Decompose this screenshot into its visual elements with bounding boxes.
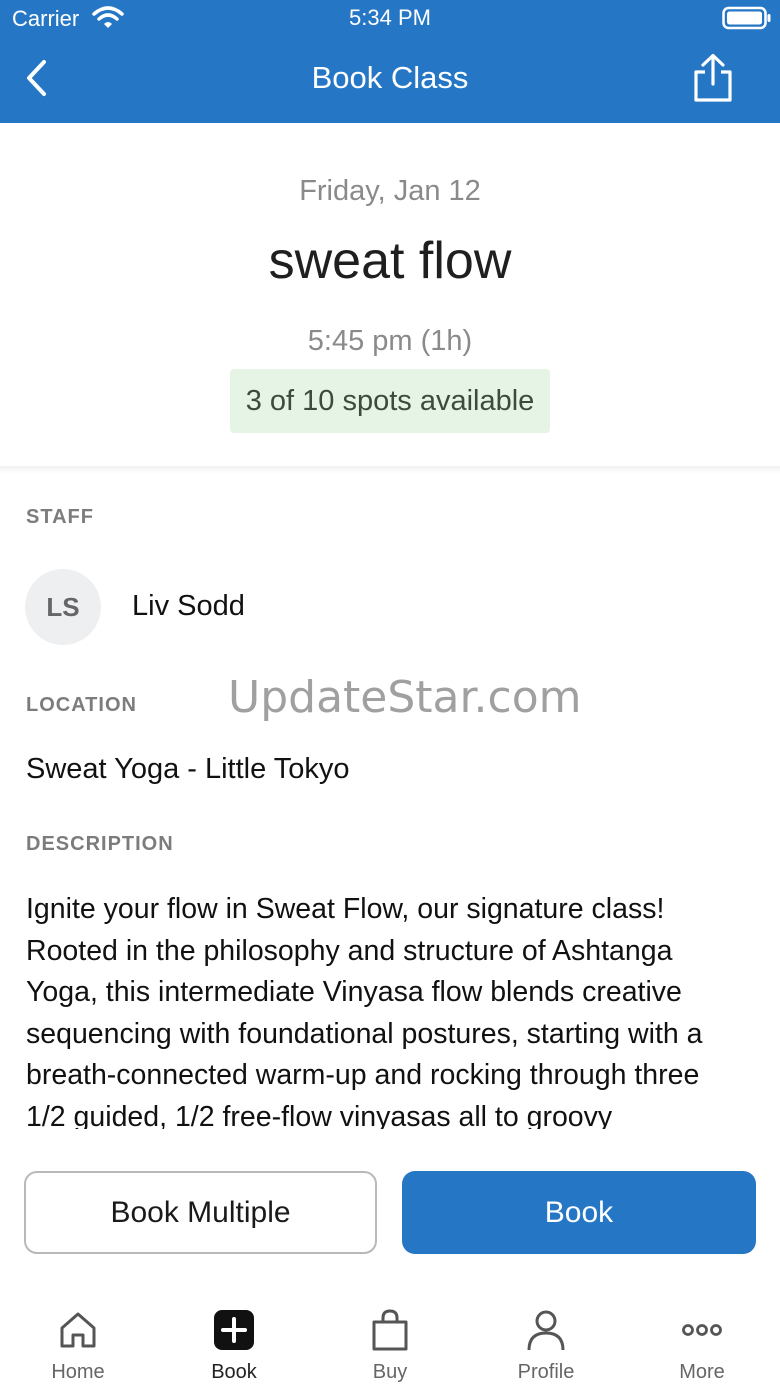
watermark-text: UpdateStar.com bbox=[228, 672, 582, 723]
description-heading: DESCRIPTION bbox=[26, 833, 174, 855]
tab-home-label: Home bbox=[51, 1361, 105, 1383]
section-divider bbox=[0, 466, 780, 474]
person-icon bbox=[527, 1310, 565, 1351]
bag-icon bbox=[372, 1309, 408, 1351]
spots-available-badge: 3 of 10 spots available bbox=[230, 369, 550, 433]
tab-buy-label: Buy bbox=[372, 1361, 408, 1383]
staff-heading: STAFF bbox=[26, 506, 94, 528]
home-icon bbox=[60, 1312, 96, 1348]
tab-home[interactable]: Home bbox=[0, 1290, 156, 1387]
class-summary: Friday, Jan 12 sweat flow 5:45 pm (1h) 3… bbox=[0, 123, 780, 468]
page-title: Book Class bbox=[311, 60, 469, 95]
status-time: 5:34 PM bbox=[349, 5, 431, 30]
location-name[interactable]: Sweat Yoga - Little Tokyo bbox=[26, 753, 350, 786]
staff-avatar[interactable]: LS bbox=[25, 569, 101, 645]
location-heading: LOCATION bbox=[26, 694, 137, 716]
header: Carrier 5:34 PM Book Class bbox=[0, 0, 780, 123]
tab-book[interactable]: Book bbox=[156, 1290, 312, 1387]
share-icon[interactable] bbox=[690, 52, 736, 104]
tab-book-label: Book bbox=[211, 1361, 257, 1383]
more-icon bbox=[682, 1324, 722, 1336]
battery-icon bbox=[722, 6, 771, 30]
tab-more-label: More bbox=[679, 1361, 725, 1383]
book-multiple-button[interactable]: Book Multiple bbox=[24, 1171, 377, 1254]
tab-profile[interactable]: Profile bbox=[468, 1290, 624, 1387]
class-description: Ignite your flow in Sweat Flow, our sign… bbox=[26, 893, 703, 1129]
plus-icon bbox=[214, 1310, 254, 1350]
tab-buy[interactable]: Buy bbox=[312, 1290, 468, 1387]
tab-profile-label: Profile bbox=[517, 1361, 575, 1383]
tab-more[interactable]: More bbox=[624, 1290, 780, 1387]
class-time: 5:45 pm (1h) bbox=[307, 325, 473, 357]
class-date: Friday, Jan 12 bbox=[299, 175, 481, 207]
book-button[interactable]: Book bbox=[402, 1171, 756, 1254]
class-name: sweat flow bbox=[268, 232, 512, 290]
status-bar: Carrier 5:34 PM bbox=[0, 0, 780, 36]
staff-name[interactable]: Liv Sodd bbox=[132, 590, 245, 623]
tab-bar: Home Book Buy Profile More bbox=[0, 1290, 780, 1387]
